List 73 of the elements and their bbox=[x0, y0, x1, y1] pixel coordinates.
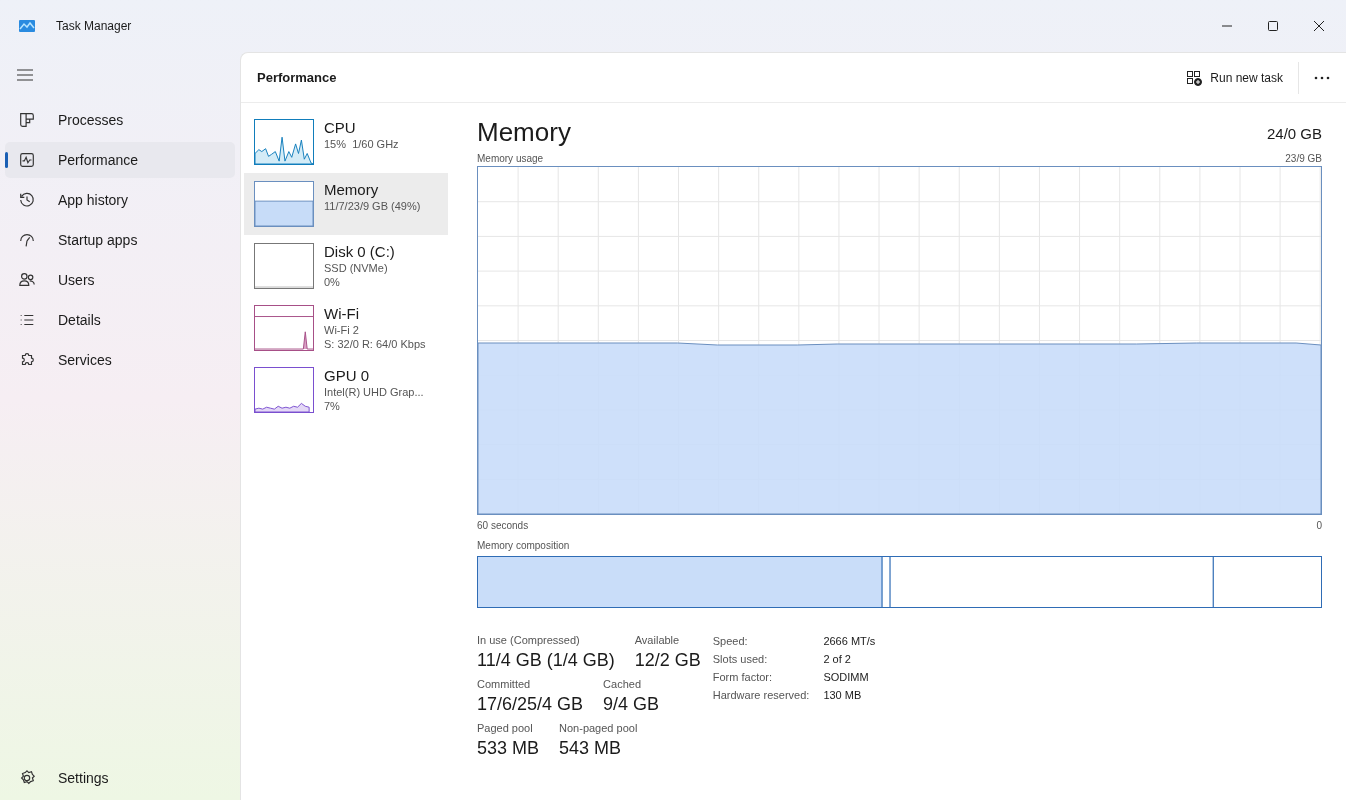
stat-label: In use (Compressed) bbox=[477, 633, 581, 648]
page-title: Performance bbox=[257, 68, 337, 87]
memory-graph-thumbnail bbox=[254, 181, 314, 227]
window-title: Task Manager bbox=[56, 18, 132, 35]
wifi-graph-thumbnail bbox=[254, 305, 314, 351]
stat-value: 543 MB bbox=[559, 736, 623, 759]
nav-item[interactable]: Processes bbox=[5, 102, 235, 138]
stat-label: Committed bbox=[477, 677, 532, 692]
spec-value: 2666 MT/s bbox=[823, 634, 876, 649]
spec-label: Slots used: bbox=[712, 652, 769, 667]
nav-item[interactable]: App history bbox=[5, 182, 235, 218]
stat-label: Non-paged pool bbox=[559, 721, 638, 736]
nav-item[interactable]: Details bbox=[5, 302, 235, 338]
stat-value: 17/6/25/4 GB bbox=[477, 692, 584, 715]
chart-max-label: 23/9 GB bbox=[1285, 152, 1322, 166]
resource-title: Memory bbox=[477, 119, 571, 145]
spec-value: 2 of 2 bbox=[823, 652, 852, 667]
nav-item[interactable]: Startup apps bbox=[5, 222, 235, 258]
device-detail: 11/7/23/9 GB (49%) bbox=[324, 199, 421, 214]
settings-icon bbox=[18, 769, 36, 787]
add-task-icon bbox=[1186, 69, 1203, 86]
gpu-graph-thumbnail bbox=[254, 367, 314, 413]
device-item[interactable]: Disk 0 (C:) SSD (NVMe) 0% bbox=[244, 235, 448, 297]
device-detail: Wi-Fi 2 bbox=[324, 323, 360, 338]
grid-icon bbox=[18, 111, 36, 129]
device-item[interactable]: GPU 0 Intel(R) UHD Grap... 7% bbox=[244, 359, 448, 421]
cpu-graph-thumbnail bbox=[254, 119, 314, 165]
device-detail: SSD (NVMe) bbox=[324, 261, 389, 276]
axis-start-label: 60 seconds bbox=[477, 519, 529, 533]
stat-value: 533 MB bbox=[477, 736, 540, 759]
device-detail: 15% 1/60 GHz bbox=[324, 137, 399, 152]
users-icon bbox=[18, 271, 36, 289]
device-name: Disk 0 (C:) bbox=[324, 243, 395, 262]
device-item[interactable]: Memory 11/7/23/9 GB (49%) bbox=[244, 173, 448, 235]
stat-value: 11/4 GB (1/4 GB) bbox=[477, 648, 615, 671]
device-detail: Intel(R) UHD Grap... bbox=[324, 385, 424, 400]
stat-label: Paged pool bbox=[477, 721, 534, 736]
more-icon bbox=[1314, 75, 1330, 80]
device-detail: 0% bbox=[324, 275, 341, 290]
maximize-icon bbox=[1268, 21, 1278, 31]
spec-value: 130 MB bbox=[823, 688, 863, 703]
device-detail: S: 32/0 R: 64/0 Kbps bbox=[324, 337, 426, 352]
spec-label: Form factor: bbox=[712, 670, 774, 685]
spec-value: SODIMM bbox=[823, 670, 870, 685]
menu-icon bbox=[17, 69, 33, 81]
device-item[interactable]: CPU 15% 1/60 GHz bbox=[244, 111, 448, 173]
stat-label: Cached bbox=[603, 677, 642, 692]
composition-label: Memory composition bbox=[477, 539, 571, 553]
disk-graph-thumbnail bbox=[254, 243, 314, 289]
device-name: Memory bbox=[324, 181, 380, 200]
device-name: Wi-Fi bbox=[324, 305, 360, 324]
stat-value: 12/2 GB bbox=[634, 648, 701, 671]
settings-nav-item[interactable]: Settings bbox=[5, 760, 235, 796]
stat-label: Available bbox=[634, 633, 681, 648]
device-name: GPU 0 bbox=[324, 367, 370, 386]
axis-end-label: 0 bbox=[1316, 519, 1322, 533]
app-logo-icon bbox=[19, 20, 35, 32]
spec-label: Speed: bbox=[712, 634, 749, 649]
gauge-icon bbox=[18, 231, 36, 249]
nav-item[interactable]: Performance bbox=[5, 142, 235, 178]
spec-label: Hardware reserved: bbox=[712, 688, 810, 703]
device-name: CPU bbox=[324, 119, 357, 138]
stat-value: 9/4 GB bbox=[603, 692, 660, 715]
close-icon bbox=[1314, 21, 1324, 31]
nav-item[interactable]: Users bbox=[5, 262, 235, 298]
run-new-task-button[interactable]: Run new task bbox=[1178, 61, 1291, 94]
history-icon bbox=[18, 191, 36, 209]
total-memory: 24/0 GB bbox=[1266, 123, 1322, 144]
pulse-chart-icon bbox=[18, 151, 36, 169]
device-detail: 7% bbox=[324, 399, 341, 414]
device-item[interactable]: Wi-Fi Wi-Fi 2 S: 32/0 R: 64/0 Kbps bbox=[244, 297, 448, 359]
chart-label: Memory usage bbox=[477, 152, 544, 166]
nav-item[interactable]: Services bbox=[5, 342, 235, 378]
